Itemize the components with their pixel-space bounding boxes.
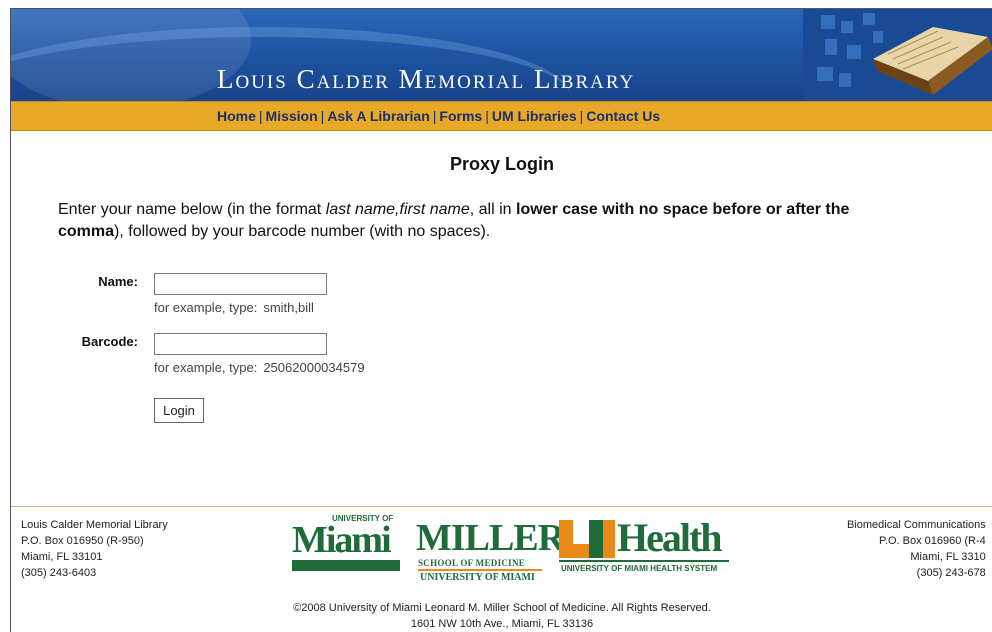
footer-divider	[11, 506, 992, 507]
main-nav: Home | Mission | Ask A Librarian | Forms | UM Li…	[11, 101, 992, 131]
logo-rule	[559, 560, 729, 562]
footer-address-line: P.O. Box 016960 (R-4	[878, 535, 986, 547]
open-book-icon	[803, 9, 992, 101]
name-input[interactable]	[154, 273, 327, 295]
nav-separator: |	[258, 108, 263, 124]
address-line: 1601 NW 10th Ave., Miami, FL 33136	[410, 618, 594, 630]
footer-address-line: Louis Calder Memorial Library	[21, 519, 168, 531]
name-hint: for example, type: smith,bill	[154, 300, 314, 315]
footer-address-line: Miami, FL 3310	[910, 551, 986, 563]
instructions-format: last name,first name	[325, 201, 470, 218]
copyright-line: ©2008 University of Miami Leonard M. Mil…	[293, 602, 711, 614]
nav-separator: |	[320, 108, 325, 124]
u-logo-icon	[559, 520, 615, 558]
nav-home-link[interactable]: Home	[217, 108, 256, 124]
barcode-input[interactable]	[154, 333, 327, 355]
instructions-text: ), followed by your barcode number (with…	[114, 223, 491, 240]
nav-forms-link[interactable]: Forms	[439, 108, 482, 124]
logo-rule	[418, 569, 542, 571]
instructions-text: , all in	[469, 201, 516, 218]
footer-address-line: (305) 243-6403	[21, 567, 97, 579]
nav-links: Home | Mission | Ask A Librarian | Forms | UM Li…	[217, 108, 660, 124]
instructions-emphasis: comma	[58, 223, 115, 240]
logo-text: Miami	[292, 519, 392, 561]
instructions-emphasis: lower case with no space before or after…	[516, 201, 850, 218]
name-hint-prefix: for example, type:	[154, 300, 258, 315]
login-button[interactable]: Login	[154, 398, 204, 423]
logo-text: UNIVERSITY OF MIAMI HEALTH SYSTEM	[561, 564, 718, 573]
university-of-miami-logo[interactable]: UNIVERSITY OF Miami	[292, 514, 402, 572]
logo-text: SCHOOL OF MEDICINE	[418, 558, 526, 568]
nav-um-libraries-link[interactable]: UM Libraries	[492, 108, 577, 124]
barcode-hint-example: 25062000034579	[263, 360, 365, 375]
copyright-notice: ©2008 University of Miami Leonard M. Mil…	[11, 600, 992, 632]
nav-separator: |	[432, 108, 437, 124]
nav-ask-a-librarian-link[interactable]: Ask A Librarian	[327, 108, 429, 124]
nav-contact-us-link[interactable]: Contact Us	[586, 108, 660, 124]
name-hint-example: smith,bill	[263, 300, 314, 315]
site-title: Louis Calder Memorial Library	[217, 64, 636, 94]
name-label: Name:	[98, 274, 138, 289]
barcode-hint-prefix: for example, type:	[154, 360, 258, 375]
instructions-text: Enter your name below (in the format	[58, 201, 326, 218]
nav-mission-link[interactable]: Mission	[266, 108, 318, 124]
logo-text: UNIVERSITY OF MIAMI	[420, 572, 535, 583]
page-frame: Louis Calder Memorial Library Home | Missi…	[10, 8, 992, 632]
footer-library-address: Louis Calder Memorial Library P.O. Box 0…	[21, 517, 168, 581]
nav-separator: |	[485, 108, 489, 124]
nav-separator: |	[579, 108, 584, 124]
footer-address-line: P.O. Box 016950 (R-950)	[21, 535, 144, 547]
footer-address-line: Miami, FL 33101	[21, 551, 103, 563]
footer-address-line: Biomedical Communications	[847, 519, 986, 531]
logo-bar	[292, 560, 400, 571]
page-title: Proxy Login	[449, 154, 554, 174]
barcode-hint: for example, type: 25062000034579	[154, 360, 365, 375]
footer-address-line: (305) 243-678	[916, 567, 986, 579]
footer-biomedical-address: Biomedical Communications P.O. Box 01696…	[847, 517, 986, 581]
barcode-label: Barcode:	[81, 334, 138, 349]
uhealth-logo[interactable]: Health UNIVERSITY OF MIAMI HEALTH SYSTEM	[559, 514, 731, 578]
miller-school-logo[interactable]: MILLER SCHOOL OF MEDICINE UNIVERSITY OF …	[416, 514, 565, 584]
logo-text: MILLER	[416, 517, 565, 559]
login-instructions: Enter your name below (in the format las…	[58, 199, 958, 243]
logo-text: Health	[617, 515, 723, 560]
site-banner: Louis Calder Memorial Library	[11, 9, 992, 101]
